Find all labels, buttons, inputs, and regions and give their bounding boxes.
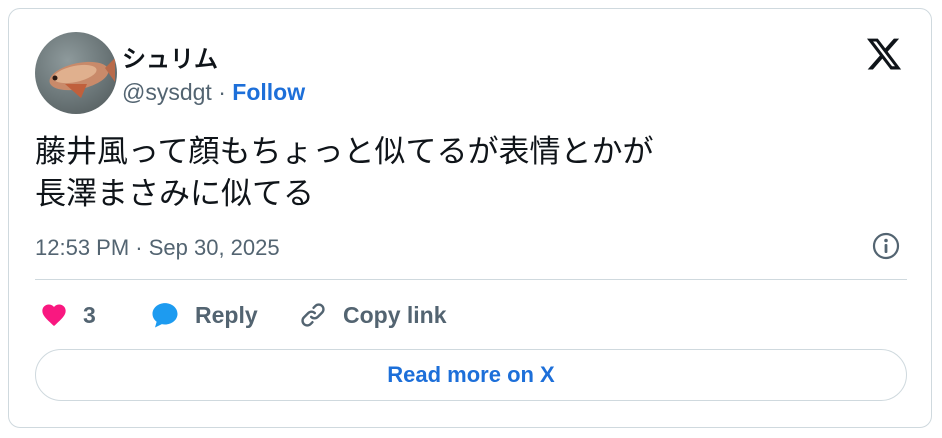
handle[interactable]: @sysdgt [122, 79, 212, 105]
timestamp[interactable]: 12:53 PM · Sep 30, 2025 [35, 235, 280, 261]
like-button[interactable]: 3 [39, 299, 96, 331]
avatar[interactable] [35, 32, 117, 114]
follow-button[interactable]: Follow [232, 79, 305, 105]
like-count: 3 [83, 301, 96, 328]
display-name[interactable]: シュリム [122, 39, 218, 74]
reply-button[interactable]: Reply [149, 299, 258, 331]
copy-link-button[interactable]: Copy link [297, 299, 447, 331]
divider [35, 279, 907, 280]
link-icon [301, 303, 325, 327]
x-logo-icon[interactable] [865, 35, 903, 73]
handle-row: @sysdgt · Follow [122, 79, 305, 106]
read-more-button[interactable]: Read more on X [35, 349, 907, 401]
separator-dot: · [218, 79, 226, 105]
heart-icon [42, 304, 66, 326]
tweet-card: シュリム @sysdgt · Follow 藤井風って顔もちょっと似てるが表情と… [8, 8, 932, 428]
info-icon[interactable] [871, 231, 901, 261]
copy-link-label: Copy link [343, 301, 447, 328]
reply-label: Reply [195, 301, 258, 328]
fish-avatar-image [49, 58, 115, 98]
tweet-text: 藤井風って顔もちょっと似てるが表情とかが 長澤まさみに似てる [35, 134, 654, 212]
reply-bubble-icon [152, 303, 178, 328]
